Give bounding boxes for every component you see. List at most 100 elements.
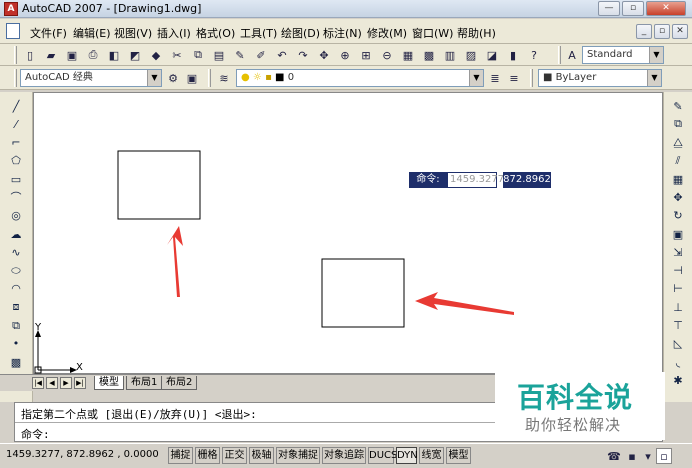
break-icon[interactable]: ⊤: [669, 318, 687, 334]
close-button[interactable]: ✕: [646, 1, 686, 16]
open-folder-icon[interactable]: ▰: [43, 47, 59, 63]
help-icon[interactable]: ?: [526, 47, 542, 63]
workspace-select[interactable]: AutoCAD 经典 ▼: [20, 69, 162, 87]
toolbar-grip[interactable]: [558, 46, 561, 64]
text-style-select[interactable]: Standard ▼: [582, 46, 664, 64]
dynamic-input-x[interactable]: 1459.3277: [447, 172, 504, 188]
clean-screen-icon[interactable]: ▫: [656, 448, 672, 464]
rectangle-icon[interactable]: ▭: [7, 171, 25, 187]
status-menu-icon[interactable]: ▾: [640, 448, 656, 464]
move-icon[interactable]: ✥: [669, 189, 687, 205]
revision-cloud-icon[interactable]: ☁: [7, 226, 25, 242]
tab-nav-last-icon[interactable]: ▶|: [74, 377, 86, 389]
toolbar-grip[interactable]: [14, 69, 17, 87]
workspace-settings-icon[interactable]: ⚙: [165, 70, 181, 86]
menu-edit[interactable]: 编辑(E): [73, 25, 111, 41]
zoom-previous-icon[interactable]: ⊖: [379, 47, 395, 63]
menu-draw[interactable]: 绘图(D): [281, 25, 320, 41]
block-editor-icon[interactable]: ✐: [253, 47, 269, 63]
mirror-icon[interactable]: ⧋: [669, 135, 687, 151]
trim-icon[interactable]: ⊣: [669, 263, 687, 279]
redo-icon[interactable]: ↷: [295, 47, 311, 63]
plot-preview-icon[interactable]: ◧: [106, 47, 122, 63]
lock-icon[interactable]: ▪: [624, 448, 640, 464]
spline-icon[interactable]: ∿: [7, 244, 25, 260]
menu-tools[interactable]: 工具(T): [240, 25, 277, 41]
tool-palettes-icon[interactable]: ▥: [442, 47, 458, 63]
line-icon[interactable]: ╱: [7, 98, 25, 114]
copy-icon[interactable]: ⧉: [190, 47, 206, 63]
doc-minimize-button[interactable]: _: [636, 24, 652, 39]
autocad-app-icon[interactable]: A: [4, 2, 18, 16]
publish-icon[interactable]: ◩: [127, 47, 143, 63]
point-icon[interactable]: •: [7, 336, 25, 352]
ortho-toggle[interactable]: 正交: [222, 447, 247, 464]
rotate-icon[interactable]: ↻: [669, 208, 687, 224]
color-control-select[interactable]: ■ ByLayer ▼: [538, 69, 662, 87]
scale-icon[interactable]: ▣: [669, 226, 687, 242]
coordinate-readout[interactable]: 1459.3277, 872.8962 , 0.0000: [6, 449, 159, 460]
lineweight-toggle[interactable]: 线宽: [419, 447, 444, 464]
osnap-toggle[interactable]: 对象捕捉: [276, 447, 320, 464]
toolbar-grip[interactable]: [530, 69, 533, 87]
menu-window[interactable]: 窗口(W): [412, 25, 453, 41]
explode-icon[interactable]: ✱: [669, 372, 687, 388]
drawing-doc-icon[interactable]: [6, 23, 20, 39]
new-file-icon[interactable]: ▯: [22, 47, 38, 63]
offset-icon[interactable]: ⫽: [669, 153, 687, 169]
menu-format[interactable]: 格式(O): [196, 25, 235, 41]
pan-icon[interactable]: ✥: [316, 47, 332, 63]
design-center-icon[interactable]: ▩: [421, 47, 437, 63]
chevron-down-icon[interactable]: ▼: [649, 47, 663, 63]
menu-view[interactable]: 视图(V): [114, 25, 152, 41]
arc-icon[interactable]: ⌒: [7, 189, 25, 205]
layer-select[interactable]: ● ☼ ▪ ■ 0 ▼: [236, 69, 484, 87]
hatch-icon[interactable]: ▩: [7, 354, 25, 370]
snap-toggle[interactable]: 捕捉: [168, 447, 193, 464]
rectangle-shape-1[interactable]: [117, 150, 201, 220]
polar-toggle[interactable]: 极轴: [249, 447, 274, 464]
calculator-icon[interactable]: ▮: [505, 47, 521, 63]
tab-nav-prev-icon[interactable]: ◀: [46, 377, 58, 389]
sheet-set-icon[interactable]: ▨: [463, 47, 479, 63]
tab-model[interactable]: 模型: [94, 376, 124, 390]
copy-object-icon[interactable]: ⧉: [669, 116, 687, 132]
match-properties-icon[interactable]: ✎: [232, 47, 248, 63]
dyn-toggle[interactable]: DYN: [396, 447, 418, 464]
otrack-toggle[interactable]: 对象追踪: [322, 447, 366, 464]
grid-toggle[interactable]: 栅格: [195, 447, 220, 464]
workspace-save-icon[interactable]: ▣: [184, 70, 200, 86]
restore-button[interactable]: ▫: [622, 1, 644, 16]
menu-modify[interactable]: 修改(M): [367, 25, 407, 41]
tab-nav-first-icon[interactable]: |◀: [32, 377, 44, 389]
fillet-icon[interactable]: ◟: [669, 354, 687, 370]
chevron-down-icon[interactable]: ▼: [647, 70, 661, 86]
toolbar-grip[interactable]: [208, 69, 211, 87]
polyline-icon[interactable]: ⌐: [7, 135, 25, 151]
properties-icon[interactable]: ▦: [400, 47, 416, 63]
model-space-toggle[interactable]: 模型: [446, 447, 471, 464]
tab-layout2[interactable]: 布局2: [161, 376, 198, 390]
layer-previous-icon[interactable]: ≡: [506, 70, 522, 86]
menu-help[interactable]: 帮助(H): [457, 25, 496, 41]
tab-nav-next-icon[interactable]: ▶: [60, 377, 72, 389]
layer-manager-icon[interactable]: ≋: [216, 70, 232, 86]
break-at-point-icon[interactable]: ⊥: [669, 299, 687, 315]
menu-file[interactable]: 文件(F): [30, 25, 67, 41]
save-icon[interactable]: ▣: [64, 47, 80, 63]
markup-icon[interactable]: ◪: [484, 47, 500, 63]
toolbar-grip[interactable]: [14, 46, 17, 64]
command-prompt[interactable]: 命令:: [21, 426, 50, 442]
minimize-button[interactable]: —: [598, 1, 620, 16]
menu-insert[interactable]: 插入(I): [157, 25, 191, 41]
comm-center-icon[interactable]: ☎: [606, 448, 622, 464]
dynamic-input-y[interactable]: 872.8962: [503, 172, 551, 188]
insert-block-icon[interactable]: ⧈: [7, 299, 25, 315]
3d-dwf-icon[interactable]: ◆: [148, 47, 164, 63]
chamfer-icon[interactable]: ◺: [669, 336, 687, 352]
ducs-toggle[interactable]: DUCS: [368, 447, 397, 464]
make-block-icon[interactable]: ⧉: [7, 318, 25, 334]
ellipse-icon[interactable]: ⬭: [7, 263, 25, 279]
tab-layout1[interactable]: 布局1: [126, 376, 163, 390]
menu-dimension[interactable]: 标注(N): [323, 25, 362, 41]
